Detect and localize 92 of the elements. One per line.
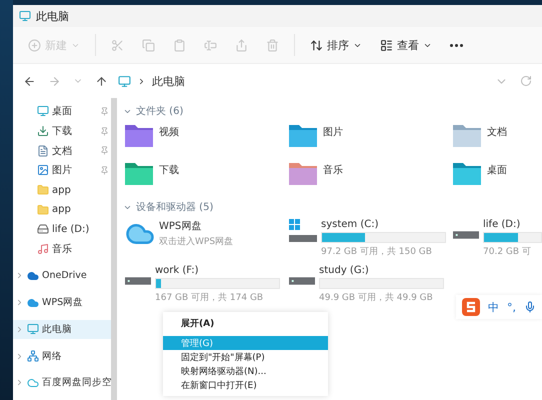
sort-icon bbox=[310, 38, 323, 52]
drive-name[interactable]: study (G:) bbox=[319, 265, 444, 276]
sidebar-item[interactable]: 下载 bbox=[13, 122, 111, 140]
folder-name[interactable]: 音乐 bbox=[323, 161, 343, 177]
monitor-icon bbox=[19, 10, 31, 22]
monitor-icon bbox=[37, 105, 49, 118]
sidebar-item[interactable]: 百度网盘同步空 bbox=[13, 373, 111, 392]
chevron-icon[interactable] bbox=[15, 324, 24, 334]
folder-icon bbox=[125, 161, 153, 185]
sidebar-item[interactable]: app bbox=[13, 200, 111, 220]
drive-detail: 70.2 GB 可 bbox=[483, 246, 532, 258]
chevron-icon[interactable] bbox=[15, 378, 24, 388]
folder-name[interactable]: 文档 bbox=[487, 123, 507, 139]
microphone-icon[interactable] bbox=[524, 301, 536, 313]
chevron-icon[interactable] bbox=[15, 352, 24, 361]
document-icon bbox=[37, 144, 49, 157]
drive-icon bbox=[125, 277, 151, 285]
drive-detail: 双击进入WPS网盘 bbox=[159, 236, 234, 248]
sidebar-item[interactable]: app bbox=[13, 180, 111, 200]
section-title: 文件夹 (6) bbox=[136, 104, 184, 118]
sidebar-item[interactable]: 此电脑 bbox=[13, 320, 111, 339]
share-icon bbox=[235, 38, 248, 52]
window-title: 此电脑 bbox=[36, 8, 69, 24]
list-icon bbox=[380, 38, 393, 52]
usage-bar bbox=[483, 232, 542, 243]
folder-name[interactable]: 桌面 bbox=[487, 161, 507, 177]
folder-icon bbox=[37, 184, 49, 196]
cloud-icon bbox=[27, 296, 39, 309]
folder-icon bbox=[37, 204, 49, 216]
delete-icon bbox=[266, 38, 279, 52]
folder-icon bbox=[289, 161, 317, 185]
sort-button[interactable]: 排序 bbox=[303, 34, 369, 56]
music-icon bbox=[37, 243, 49, 256]
input-mode[interactable]: 中 bbox=[488, 300, 499, 314]
section-title: 设备和驱动器 (5) bbox=[136, 200, 214, 214]
sidebar-item[interactable]: WPS网盘 bbox=[13, 293, 111, 312]
drive-name[interactable]: system (C:) bbox=[321, 219, 446, 230]
folder-icon bbox=[289, 123, 317, 147]
sidebar-item[interactable]: 桌面 bbox=[13, 102, 111, 121]
sidebar-item[interactable]: 文档 bbox=[13, 141, 111, 160]
monitor-icon bbox=[27, 323, 39, 336]
sidebar-item[interactable]: 图片 bbox=[13, 161, 111, 180]
forward-icon bbox=[48, 74, 61, 88]
cloud-icon bbox=[27, 376, 39, 389]
folder-icon bbox=[453, 123, 481, 147]
sidebar-item[interactable]: 音乐 bbox=[13, 240, 111, 258]
section-header[interactable]: 设备和驱动器 (5) bbox=[123, 199, 542, 215]
copy-icon bbox=[142, 38, 155, 52]
chevron-icon bbox=[137, 76, 146, 86]
more-icon bbox=[450, 44, 463, 46]
refresh-button[interactable] bbox=[518, 73, 534, 89]
paste-icon bbox=[173, 38, 186, 52]
folder-icon bbox=[453, 161, 481, 185]
folder-name[interactable]: 视频 bbox=[159, 123, 179, 139]
windows-drive-icon bbox=[289, 219, 317, 245]
chevron-icon[interactable] bbox=[15, 298, 24, 308]
menu-item[interactable]: 在新窗口中打开(E) bbox=[163, 378, 328, 392]
monitor-icon bbox=[118, 74, 131, 88]
sidebar-item[interactable]: 网络 bbox=[13, 346, 111, 366]
drive-icon bbox=[37, 223, 49, 236]
drive-detail: 49.9 GB 可用，共 49.9 GB bbox=[319, 292, 434, 304]
section-header[interactable]: 文件夹 (6) bbox=[123, 103, 542, 119]
menu-item[interactable]: 固定到"开始"屏幕(P) bbox=[163, 350, 328, 364]
folder-name[interactable]: 图片 bbox=[323, 123, 343, 139]
punctuation-mode[interactable]: °, bbox=[507, 300, 516, 314]
breadcrumb-item[interactable]: 此电脑 bbox=[152, 74, 185, 88]
drive-name[interactable]: work (F:) bbox=[155, 265, 280, 276]
drive-icon bbox=[289, 277, 315, 285]
drive-name[interactable]: life (D:) bbox=[483, 219, 542, 230]
up-icon bbox=[95, 74, 108, 88]
chevron-icon[interactable] bbox=[15, 271, 24, 280]
back-icon bbox=[23, 74, 36, 88]
folder-name[interactable]: 下载 bbox=[159, 161, 179, 177]
download-icon bbox=[37, 125, 49, 138]
menu-item[interactable]: 展开(A) bbox=[163, 316, 328, 330]
drive-name[interactable]: WPS网盘 bbox=[159, 219, 284, 233]
rename-icon bbox=[204, 38, 217, 52]
menu-item[interactable]: 映射网络驱动器(N)... bbox=[163, 364, 328, 378]
drive-icon bbox=[453, 231, 479, 239]
refresh-icon bbox=[520, 75, 532, 87]
drive-detail: 97.2 GB 可用，共 150 GB bbox=[321, 246, 433, 258]
drive-detail: 167 GB 可用，共 174 GB bbox=[155, 292, 264, 304]
network-icon bbox=[27, 350, 39, 362]
image-icon bbox=[37, 164, 49, 176]
cut-icon bbox=[111, 38, 124, 52]
sidebar-item[interactable]: OneDrive bbox=[13, 266, 111, 286]
cloud-icon bbox=[27, 270, 39, 282]
ime-logo-icon bbox=[462, 298, 480, 316]
view-button[interactable]: 查看 bbox=[373, 34, 439, 56]
sidebar-item[interactable]: life (D:) bbox=[13, 220, 111, 239]
plus-icon bbox=[28, 38, 41, 52]
folder-icon bbox=[125, 123, 153, 147]
